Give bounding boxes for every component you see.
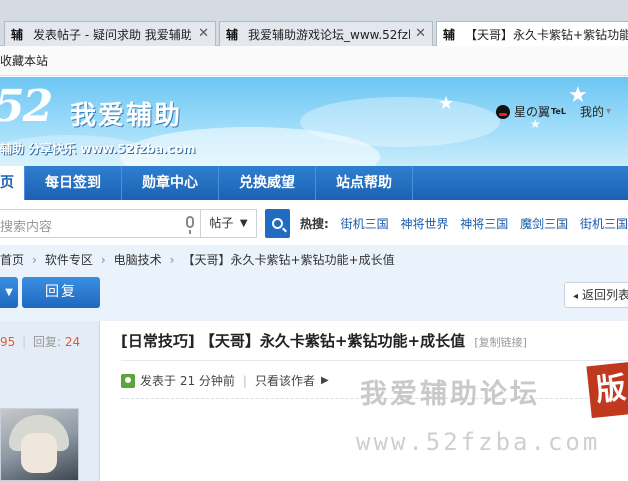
play-arrow-icon[interactable]: ▶ <box>321 375 329 386</box>
copy-link-button[interactable]: [复制链接] <box>474 336 527 349</box>
thread-stats: 95 | 回复: 24 <box>0 333 80 350</box>
site-banner: 52 我爱辅助 辅助 分享快乐 www.52fzba.com ★ ★ ★ 星の翼… <box>0 77 628 166</box>
search-icon <box>271 217 283 229</box>
reply-count: 24 <box>64 335 81 349</box>
qq-penguin-icon <box>496 104 510 119</box>
tab-title: 发表帖子 - 疑问求助 我爱辅助 <box>33 27 192 42</box>
cloud-decoration <box>300 97 500 147</box>
title-divider <box>121 360 628 361</box>
hot-search-item[interactable]: 街机三国 <box>341 217 389 231</box>
site-favicon-icon: 辅 <box>11 27 24 42</box>
tab-title: 【天哥】永久卡紫钻+紫钻功能 <box>465 28 628 42</box>
nav-medal-center[interactable]: 勋章中心 <box>122 166 219 200</box>
online-user-icon <box>121 373 135 388</box>
close-icon[interactable]: ✕ <box>198 26 209 41</box>
thread-title: [日常技巧] 【天哥】永久卡紫钻+紫钻功能+成长值 <box>121 332 466 350</box>
watermark-stamp: 版 <box>586 361 628 419</box>
hot-search: 热搜: 街机三国 神将世界 神将三国 魔剑三国 街机三国 <box>300 215 628 232</box>
microphone-icon[interactable] <box>186 215 195 234</box>
back-to-list-label: 返回列表 <box>582 288 628 302</box>
tab-current-thread[interactable]: 辅 【天哥】永久卡紫钻+紫钻功能 <box>436 21 628 47</box>
watermark-url: www.52fzba.com <box>356 428 601 456</box>
back-to-list-button[interactable]: ◂ 返回列表 <box>564 282 628 308</box>
post-meta: 发表于 21 分钟前 | 只看该作者 ▶ <box>121 372 329 389</box>
chevron-down-icon[interactable]: ▾ <box>606 106 611 117</box>
breadcrumb-software[interactable]: 软件专区 <box>45 253 93 267</box>
chevron-down-icon: ▼ <box>5 287 13 298</box>
breadcrumb-home[interactable]: 首页 <box>0 253 24 267</box>
chevron-right-icon: › <box>169 253 175 267</box>
tab-strip: 辅 发表帖子 - 疑问求助 我爱辅助 ✕ 辅 我爱辅助游戏论坛_www.52fz… <box>0 0 628 47</box>
nav-home[interactable]: 页 <box>0 166 25 200</box>
chevron-down-icon: ▼ <box>239 217 248 229</box>
bookmark-bar: 收藏本站 <box>0 46 628 76</box>
tab-forum-home[interactable]: 辅 我爱辅助游戏论坛_www.52fzba ✕ <box>219 21 433 46</box>
hot-search-item[interactable]: 神将三国 <box>460 217 508 231</box>
site-favicon-icon: 辅 <box>226 27 239 42</box>
hot-search-label: 热搜: <box>299 216 329 231</box>
my-menu-link[interactable]: 我的 <box>580 103 604 120</box>
nav-daily-checkin[interactable]: 每日签到 <box>25 166 122 200</box>
user-info: 星の翼 TeL 我的 ▾ <box>496 103 611 120</box>
main-nav: 页 每日签到 勋章中心 兑换威望 站点帮助 <box>0 166 628 200</box>
search-button[interactable] <box>264 208 290 238</box>
bookmark-link[interactable]: 收藏本站 <box>0 54 48 68</box>
hot-search-item[interactable]: 街机三国 <box>580 217 628 231</box>
search-bar: 搜索内容 帖子 ▼ 热搜: 街机三国 神将世界 神将三国 魔剑三国 街机三国 <box>0 201 628 245</box>
close-icon[interactable]: ✕ <box>415 26 426 41</box>
search-placeholder: 搜索内容 <box>0 219 53 235</box>
reply-count-label: 回复: <box>32 335 62 349</box>
star-icon: ★ <box>438 93 455 114</box>
stats-divider: | <box>22 335 27 349</box>
avatar[interactable] <box>0 408 79 481</box>
only-author-link[interactable]: 只看该作者 <box>255 372 315 389</box>
nav-exchange[interactable]: 兑换威望 <box>219 166 316 200</box>
reply-button[interactable]: 回复 <box>22 277 100 308</box>
user-name-link[interactable]: 星の翼 <box>514 103 550 120</box>
nav-help[interactable]: 站点帮助 <box>316 166 413 200</box>
chevron-right-icon: › <box>32 253 37 267</box>
view-count: 95 <box>0 335 16 349</box>
page-title: [日常技巧] 【天哥】永久卡紫钻+紫钻功能+成长值 [复制链接] <box>121 330 527 351</box>
search-scope-select[interactable]: 帖子 ▼ <box>201 208 257 238</box>
chevron-left-icon: ◂ <box>573 291 579 302</box>
tab-post-reply[interactable]: 辅 发表帖子 - 疑问求助 我爱辅助 ✕ <box>4 21 216 46</box>
site-favicon-icon: 辅 <box>443 28 456 42</box>
chevron-right-icon: › <box>100 253 106 267</box>
user-tag: TeL <box>551 107 566 116</box>
browser-window: 辅 发表帖子 - 疑问求助 我爱辅助 ✕ 辅 我爱辅助游戏论坛_www.52fz… <box>0 0 628 481</box>
site-logo-number[interactable]: 52 <box>0 81 53 132</box>
watermark-text: 我爱辅助论坛 <box>360 379 540 410</box>
search-scope-value: 帖子 <box>209 215 234 230</box>
tab-title: 我爱辅助游戏论坛_www.52fzba <box>248 27 411 42</box>
meta-divider: | <box>242 373 247 388</box>
post-time: 发表于 21 分钟前 <box>140 374 235 388</box>
hot-search-item[interactable]: 魔剑三国 <box>520 217 568 231</box>
new-post-dropdown-button[interactable]: ▼ <box>0 277 18 308</box>
hot-search-item[interactable]: 神将世界 <box>400 217 448 231</box>
site-slogan: 辅助 分享快乐 www.52fzba.com <box>0 142 196 156</box>
breadcrumb-thread[interactable]: 【天哥】永久卡紫钻+紫钻功能+成长值 <box>182 253 394 267</box>
site-logo-text[interactable]: 我爱辅助 <box>70 95 182 132</box>
avatar-face <box>21 433 57 473</box>
breadcrumb-pc-tech[interactable]: 电脑技术 <box>114 253 162 267</box>
breadcrumb: 首页 › 软件专区 › 电脑技术 › 【天哥】永久卡紫钻+紫钻功能+成长值 <box>0 251 395 268</box>
search-input[interactable]: 搜索内容 <box>0 208 202 238</box>
